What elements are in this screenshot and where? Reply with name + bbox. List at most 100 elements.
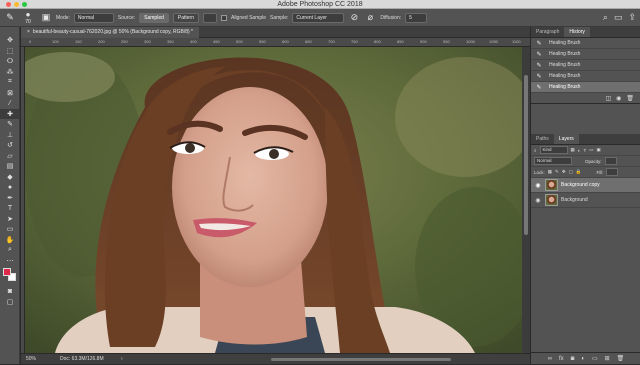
eye-icon[interactable]: ◉ [534,197,542,204]
move-tool-icon[interactable]: ✥ [0,35,20,46]
zoom-tool-icon[interactable]: ⌕ [0,245,20,256]
document-tab-bar: × beautiful-beauty-casual-762020.jpg @ 50… [21,27,530,38]
window-title-bar: Adobe Photoshop CC 2018 [0,0,640,9]
foreground-color-swatch[interactable] [3,268,11,276]
pattern-picker[interactable] [203,12,217,23]
tab-layers[interactable]: Layers [553,134,579,144]
adjustment-layer-icon[interactable]: ◐ [581,356,585,362]
eraser-tool-icon[interactable]: ▱ [0,151,20,162]
fill-field[interactable] [606,168,619,176]
share-icon[interactable]: ⇪ [628,12,636,23]
tab-paths[interactable]: Paths [531,134,554,144]
zoom-level[interactable]: 50% [26,354,36,365]
vertical-scroll-thumb[interactable] [524,75,528,235]
healing-brush-tool-button[interactable]: ✚ [0,108,20,119]
screen-mode-icon[interactable]: ▢ [0,297,20,308]
sample-select[interactable]: Current Layer [292,12,345,23]
adjustment-filter-icon[interactable]: ◐ [578,148,581,153]
vertical-scrollbar[interactable] [522,47,530,353]
new-group-icon[interactable]: ▭ [592,355,598,362]
gradient-tool-icon[interactable]: ▤ [0,161,20,172]
clone-stamp-tool-icon[interactable]: ⊥ [0,130,20,141]
lock-image-icon[interactable]: ✎ [555,169,559,175]
layer-style-icon[interactable]: fx [559,356,564,362]
document-tab-close-icon[interactable]: × [27,29,30,35]
toolbar-grip[interactable] [0,27,19,35]
type-tool-icon[interactable]: T [0,203,20,214]
new-snapshot-icon[interactable]: ◉ [616,95,621,102]
add-mask-icon[interactable]: ◙ [571,356,575,362]
tab-paragraph[interactable]: Paragraph [531,27,564,37]
lock-artboard-icon[interactable]: ▢ [569,169,573,175]
search-icon[interactable]: ⌕ [603,12,608,23]
path-selection-tool-icon[interactable]: ➤ [0,214,20,225]
document-tab[interactable]: × beautiful-beauty-casual-762020.jpg @ 50… [21,27,199,38]
link-layers-icon[interactable]: ∞ [548,356,552,362]
brush-icon: ✎ [536,40,542,47]
eyedropper-tool-icon[interactable]: ⁄ [0,98,20,109]
dodge-tool-icon[interactable]: ● [0,182,20,193]
eye-icon[interactable]: ◉ [534,182,542,189]
filter-search-icon[interactable]: ⌕ [534,148,537,153]
hand-tool-icon[interactable]: ✋ [0,235,20,246]
lock-all-icon[interactable]: 🔒 [576,169,582,175]
history-state-label: Healing Brush [549,73,581,79]
pixel-filter-icon[interactable]: ▦ [571,147,575,153]
document-canvas[interactable] [25,47,522,353]
brush-tool-icon[interactable]: ✎ [0,119,20,130]
ruler-tick-label: 0 [29,39,32,44]
history-state[interactable]: ✎ Healing Brush [531,60,640,71]
ignore-adjustment-layers-icon[interactable]: ⊘ [348,12,360,24]
lasso-tool-icon[interactable]: ⵔ [0,56,20,67]
source-label: Source: [117,14,136,21]
workspace-icon[interactable]: ▭ [614,12,623,23]
clone-source-panel-icon[interactable]: ▣ [40,12,52,24]
delete-state-icon[interactable]: 🗑 [626,95,634,102]
history-state[interactable]: ✎ Healing Brush [531,71,640,82]
history-list: ✎ Healing Brush ✎ Healing Brush ✎ Healing Bru… [531,38,640,93]
lock-position-icon[interactable]: ✥ [562,169,566,175]
document-size-info[interactable]: Doc: 63.3M/126.8M [60,354,104,365]
tab-history[interactable]: History [564,27,590,37]
pen-tool-icon[interactable]: ✒ [0,193,20,204]
ruler-tick-label: 900 [420,39,427,44]
history-state[interactable]: ✎ Healing Brush [531,38,640,49]
layer-row[interactable]: ◉ Background copy [531,178,640,193]
aligned-sample-checkbox[interactable] [221,14,227,21]
history-panel-tabs: Paragraph History [531,27,640,38]
delete-layer-icon[interactable]: 🗑 [617,355,625,362]
smart-object-filter-icon[interactable]: ▣ [597,147,601,153]
new-document-from-state-icon[interactable]: ◫ [605,95,611,102]
crop-tool-icon[interactable]: ⌗ [0,77,20,88]
horizontal-scrollbar[interactable] [271,358,451,361]
opacity-field[interactable] [604,157,617,165]
aligned-sample-label: Aligned Sample [231,14,267,21]
sampled-button[interactable]: Sampled [139,12,169,23]
kind-filter-select[interactable]: Kind [539,146,568,154]
history-state[interactable]: ✎ Healing Brush [531,49,640,60]
new-layer-icon[interactable]: ⊞ [605,355,610,362]
rectangle-tool-icon[interactable]: ▭ [0,224,20,235]
diffusion-select[interactable]: 5 [405,12,428,23]
brush-icon: ✎ [536,62,542,69]
more-tools-icon[interactable]: ⋯ [0,256,20,267]
shape-filter-icon[interactable]: ▭ [589,147,593,153]
lock-label: Lock: [534,169,545,175]
pattern-button[interactable]: Pattern [172,12,199,23]
type-filter-icon[interactable]: T [584,148,587,153]
marquee-tool-icon[interactable]: ⬚ [0,46,20,57]
brush-preset-picker[interactable]: ● 70 [20,10,36,25]
quick-selection-tool-icon[interactable]: ⁂ [0,67,20,78]
lock-transparent-icon[interactable]: ▦ [548,169,552,175]
blur-tool-icon[interactable]: ◆ [0,172,20,183]
history-brush-tool-icon[interactable]: ↺ [0,140,20,151]
history-state[interactable]: ✎ Healing Brush [531,82,640,93]
quick-mask-icon[interactable]: ◙ [0,286,20,297]
frame-tool-icon[interactable]: ⊠ [0,88,20,99]
layer-row[interactable]: ◉ Background [531,193,640,208]
healing-brush-tool-icon[interactable]: ✎ [4,12,16,24]
blend-mode-select[interactable]: Normal [534,157,572,165]
pressure-size-icon[interactable]: ⌀ [364,12,376,24]
mode-select[interactable]: Normal [73,12,114,23]
status-arrow-icon[interactable]: › [121,354,123,365]
